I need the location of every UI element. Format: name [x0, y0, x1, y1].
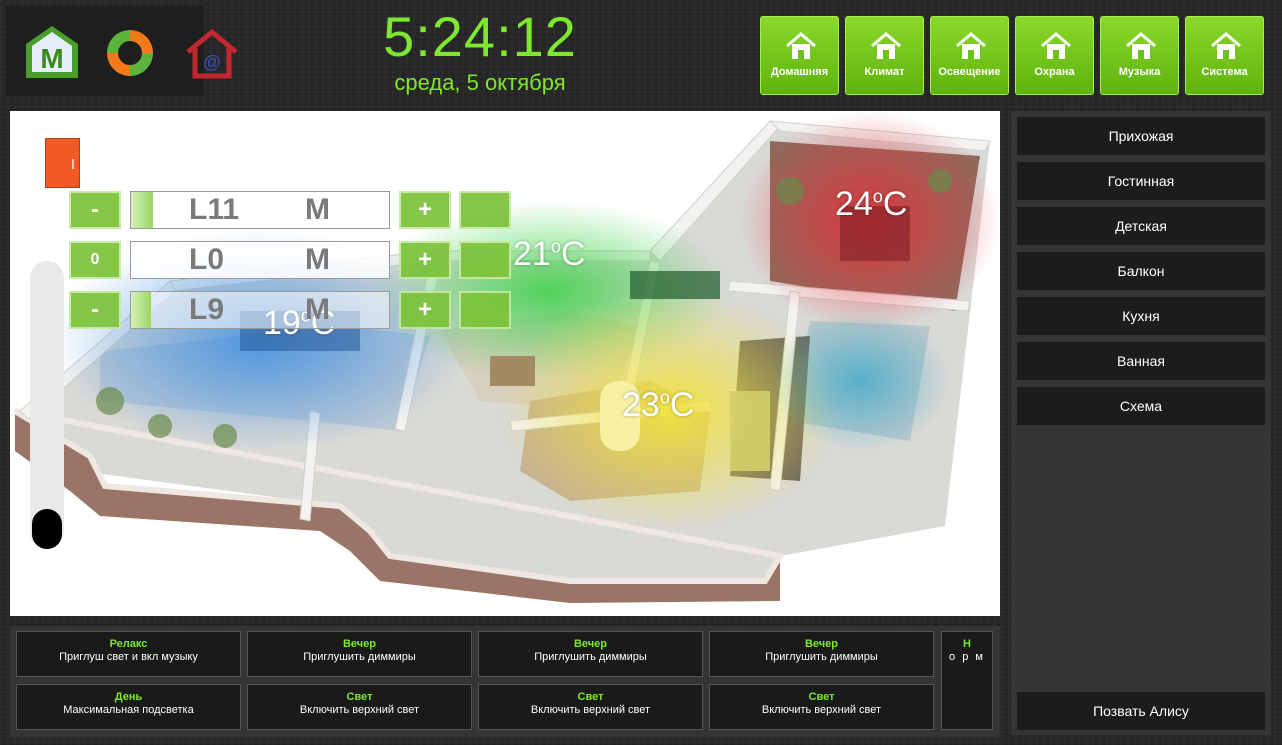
scene-evening-button[interactable]: Вечер Приглушить диммиры — [709, 631, 934, 677]
nav-lighting-button[interactable]: Освещение — [930, 16, 1009, 95]
light-plus-button[interactable]: + — [399, 241, 451, 279]
scenes-panel: Релакс Приглуш свет и вкл музыку Вечер П… — [10, 626, 1000, 737]
room-living-button[interactable]: Гостинная — [1017, 162, 1265, 200]
light-level-bar[interactable]: L0 M — [130, 241, 390, 279]
bedroom-temperature: 24oC — [835, 185, 908, 223]
sync-ring-logo-icon[interactable] — [102, 24, 158, 82]
light-minus-button[interactable]: - — [69, 191, 121, 229]
logo-panel: M @ — [6, 6, 238, 96]
nav-climate-button[interactable]: Климат — [845, 16, 924, 95]
svg-text:M: M — [40, 43, 63, 74]
scene-title: Вечер — [573, 638, 607, 650]
nav-system-button[interactable]: Система — [1185, 16, 1264, 95]
nav-label: Музыка — [1118, 66, 1161, 78]
light-minus-button[interactable]: 0 — [69, 241, 121, 279]
light-mode: M — [305, 243, 330, 276]
scene-description: Включить верхний свет — [761, 704, 882, 716]
scene-relax-button[interactable]: Релакс Приглуш свет и вкл музыку — [16, 631, 241, 677]
scene-description: о р м — [949, 651, 985, 663]
light-level-fill — [131, 192, 153, 228]
nav-label: Освещение — [938, 66, 1001, 78]
home-icon — [1126, 32, 1156, 59]
light-toggle-button[interactable] — [459, 291, 511, 329]
scene-description: Приглушить диммиры — [303, 651, 416, 663]
scene-title: Вечер — [804, 638, 838, 650]
light-level-bar[interactable]: L9 M — [130, 291, 390, 329]
rooms-panel: Прихожая Гостинная Детская Балкон Кухня … — [1011, 111, 1271, 735]
light-level-bar[interactable]: L11 M — [130, 191, 390, 229]
scene-description: Максимальная подсветка — [63, 704, 194, 716]
scene-title: Свет — [346, 691, 373, 703]
light-plus-button[interactable]: + — [399, 291, 451, 329]
scene-title: Н — [963, 638, 971, 650]
room-kitchen-button[interactable]: Кухня — [1017, 297, 1265, 335]
light-toggle-button[interactable] — [459, 241, 511, 279]
home-icon — [871, 32, 901, 59]
scene-evening-button[interactable]: Вечер Приглушить диммиры — [247, 631, 472, 677]
scene-evening-button[interactable]: Вечер Приглушить диммиры — [478, 631, 703, 677]
scene-description: Приглуш свет и вкл музыку — [59, 651, 198, 663]
room-kids-button[interactable]: Детская — [1017, 207, 1265, 245]
svg-text:@: @ — [203, 52, 221, 72]
nav-label: Климат — [864, 66, 905, 78]
scene-description: Приглушить диммиры — [765, 651, 878, 663]
scene-title: Вечер — [342, 638, 376, 650]
scene-description: Приглушить диммиры — [534, 651, 647, 663]
nav-label: Домашняя — [770, 66, 829, 78]
room-scheme-button[interactable]: Схема — [1017, 387, 1265, 425]
home-icon — [786, 32, 816, 59]
majordomo-logo-icon[interactable]: M — [24, 24, 80, 82]
scene-light-button[interactable]: Свет Включить верхний свет — [478, 684, 703, 730]
dimmer-slider[interactable] — [30, 261, 64, 549]
scene-day-button[interactable]: День Максимальная подсветка — [16, 684, 241, 730]
floor-plan: 24oC 21oC 19oC 23oC - L11 M + 0 L0 M + -… — [10, 111, 1000, 616]
home-icon — [1041, 32, 1071, 59]
nav-label: Охрана — [1034, 66, 1075, 78]
scene-title: Свет — [577, 691, 604, 703]
scene-title: День — [114, 691, 143, 703]
slider-knob[interactable] — [32, 509, 62, 549]
scene-title: Релакс — [109, 638, 148, 650]
clock-date: среда, 5 октября — [394, 70, 566, 95]
light-level-fill — [131, 292, 151, 328]
light-plus-button[interactable]: + — [399, 191, 451, 229]
light-mode: M — [305, 193, 330, 226]
room-bathroom-button[interactable]: Ванная — [1017, 342, 1265, 380]
scene-light-button[interactable]: Свет Включить верхний свет — [709, 684, 934, 730]
scene-light-button[interactable]: Свет Включить верхний свет — [247, 684, 472, 730]
light-name: L11 — [189, 193, 240, 226]
door-icon[interactable] — [45, 138, 80, 188]
scene-normal-button[interactable]: Н о р м — [941, 631, 993, 730]
scene-description: Включить верхний свет — [530, 704, 651, 716]
home-icon — [956, 32, 986, 59]
scene-description: Включить верхний свет — [299, 704, 420, 716]
nav-home-button[interactable]: Домашняя — [760, 16, 839, 95]
light-toggle-button[interactable] — [459, 191, 511, 229]
room-balcony-button[interactable]: Балкон — [1017, 252, 1265, 290]
room-hallway-button[interactable]: Прихожая — [1017, 117, 1265, 155]
clock-time: 5:24:12 — [383, 5, 577, 68]
light-minus-button[interactable]: - — [69, 291, 121, 329]
email-home-logo-icon[interactable]: @ — [184, 24, 240, 82]
light-name: L0 — [189, 243, 225, 276]
home-icon — [1211, 32, 1241, 59]
light-mode: M — [305, 293, 330, 326]
nav-music-button[interactable]: Музыка — [1100, 16, 1179, 95]
nav-label: Система — [1201, 66, 1248, 78]
kitchen-temperature: 23oC — [622, 386, 695, 424]
scene-title: Свет — [808, 691, 835, 703]
call-alice-button[interactable]: Позвать Алису — [1017, 692, 1265, 730]
living-temperature: 21oC — [513, 235, 586, 273]
light-name: L9 — [189, 293, 225, 326]
nav-security-button[interactable]: Охрана — [1015, 16, 1094, 95]
